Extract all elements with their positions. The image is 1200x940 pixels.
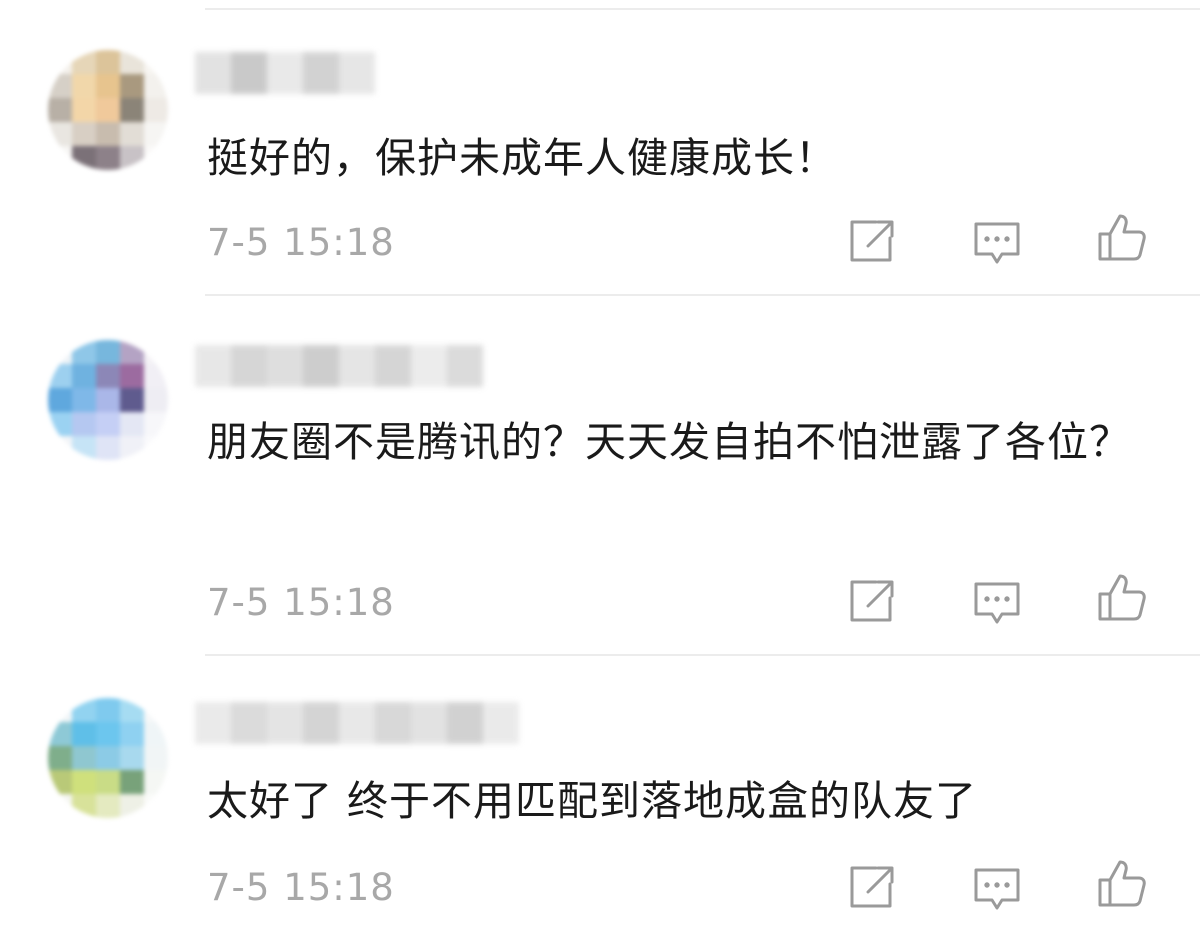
share-icon[interactable]	[846, 576, 896, 626]
comment-text: 朋友圈不是腾讯的？天天发自拍不怕泄露了各位？	[207, 418, 1131, 466]
divider	[205, 294, 1200, 296]
username-blurred[interactable]	[195, 702, 519, 744]
avatar[interactable]	[48, 50, 168, 170]
comment-icon[interactable]	[972, 864, 1022, 914]
comment-time: 7-5 15:18	[207, 581, 395, 624]
thumbs-up-icon[interactable]	[1096, 858, 1146, 908]
comment-time: 7-5 15:18	[207, 866, 395, 909]
thumbs-up-icon[interactable]	[1096, 212, 1146, 262]
comment-time: 7-5 15:18	[207, 221, 395, 264]
comment-text: 挺好的，保护未成年人健康成长！	[207, 134, 837, 182]
username-blurred[interactable]	[195, 345, 483, 387]
avatar[interactable]	[48, 698, 168, 818]
share-icon[interactable]	[846, 216, 896, 266]
avatar[interactable]	[48, 340, 168, 460]
divider	[205, 654, 1200, 656]
comment-icon[interactable]	[972, 578, 1022, 628]
username-blurred[interactable]	[195, 52, 375, 94]
thumbs-up-icon[interactable]	[1096, 572, 1146, 622]
divider	[205, 8, 1200, 10]
share-icon[interactable]	[846, 862, 896, 912]
comment-text: 太好了 终于不用匹配到落地成盒的队友了	[207, 777, 978, 825]
comment-icon[interactable]	[972, 218, 1022, 268]
